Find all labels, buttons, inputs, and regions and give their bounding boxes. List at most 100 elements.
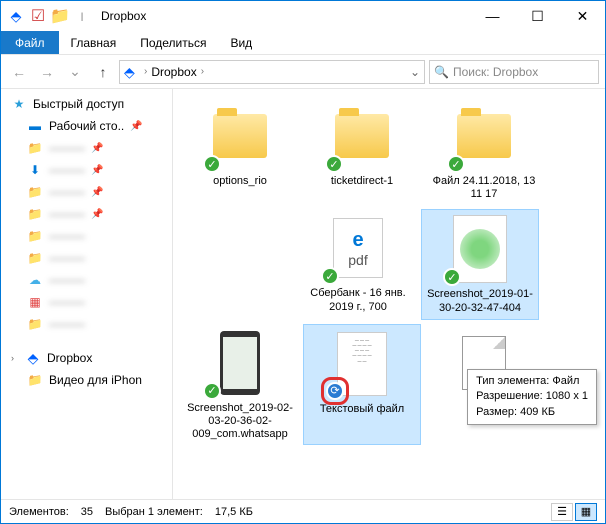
folder-icon bbox=[335, 114, 389, 158]
nav-dropdown-icon[interactable]: ⌄ bbox=[63, 60, 87, 84]
menu-home[interactable]: Главная bbox=[59, 31, 129, 54]
folder-icon: 📁 bbox=[27, 372, 43, 388]
explorer-window: ⬘ ☑ 📁 | Dropbox — ☐ ✕ Файл Главная Подел… bbox=[0, 0, 606, 524]
sidebar-label: ——— bbox=[49, 185, 85, 199]
sidebar-label: Быстрый доступ bbox=[33, 97, 124, 111]
file-tile[interactable]: ✓ ticketdirect-1 bbox=[303, 97, 421, 205]
titlebar-quick-icons: ⬘ ☑ 📁 | bbox=[1, 7, 91, 25]
tile-label: ticketdirect-1 bbox=[331, 175, 393, 188]
folder-small-icon: 📁 bbox=[51, 7, 69, 25]
tile-thumb: ✓ bbox=[205, 328, 275, 398]
search-input[interactable]: 🔍 Поиск: Dropbox bbox=[429, 60, 599, 84]
folder-icon: 📁 bbox=[27, 228, 43, 244]
view-tiles-button[interactable]: ▦ bbox=[575, 503, 597, 521]
titlebar: ⬘ ☑ 📁 | Dropbox — ☐ ✕ bbox=[1, 1, 605, 31]
sidebar-item[interactable]: ⬇———📌 bbox=[1, 159, 172, 181]
sidebar-item[interactable]: ☁ ——— bbox=[1, 269, 172, 291]
chevron-right-icon[interactable]: › bbox=[11, 353, 19, 363]
highlight-ring: ⟳ bbox=[321, 377, 349, 405]
file-tile[interactable]: epdf ✓ Сбербанк - 16 янв. 2019 г., 700 bbox=[299, 209, 417, 319]
nav-up-icon[interactable]: ↑ bbox=[91, 60, 115, 84]
folder-icon: 📁 bbox=[27, 184, 43, 200]
sidebar-dropbox[interactable]: › ⬘ Dropbox bbox=[1, 347, 172, 369]
tile-label: options_rio bbox=[213, 175, 267, 188]
sidebar-desktop[interactable]: ▬ Рабочий сто.. 📌 bbox=[1, 115, 172, 137]
tile-thumb: — — —— — — —— — —— — — —— — ⟳ bbox=[327, 329, 397, 399]
sidebar-label: ——— bbox=[49, 295, 85, 309]
checkbox-icon[interactable]: ☑ bbox=[29, 7, 47, 25]
sidebar-label: ——— bbox=[49, 251, 85, 265]
sidebar-item[interactable]: 📁———📌 bbox=[1, 181, 172, 203]
sidebar-video[interactable]: 📁 Видео для iPhon bbox=[1, 369, 172, 391]
titlebar-divider-icon: | bbox=[73, 7, 91, 25]
status-selected-label: Выбран 1 элемент: bbox=[105, 506, 203, 518]
sidebar-label: ——— bbox=[49, 207, 85, 221]
menu-view[interactable]: Вид bbox=[218, 31, 264, 54]
desktop-icon: ▬ bbox=[27, 118, 43, 134]
content-area[interactable]: ✓ options_rio ✓ ticketdirect-1 ✓ bbox=[173, 89, 605, 499]
tile-label: Сбербанк - 16 янв. 2019 г., 700 bbox=[301, 287, 415, 313]
app-icon: ▦ bbox=[27, 294, 43, 310]
pin-icon: 📌 bbox=[91, 143, 103, 154]
download-icon: ⬇ bbox=[27, 162, 43, 178]
image-thumb-icon bbox=[453, 215, 507, 283]
pdf-icon: epdf bbox=[333, 218, 383, 278]
body: ★ Быстрый доступ ▬ Рабочий сто.. 📌 📁———📌… bbox=[1, 89, 605, 499]
tooltip-line: Размер: 409 КБ bbox=[476, 405, 588, 420]
sidebar-item[interactable]: 📁——— bbox=[1, 313, 172, 335]
breadcrumb[interactable]: ⬘ › Dropbox › ⌄ bbox=[119, 60, 425, 84]
window-controls: — ☐ ✕ bbox=[470, 1, 605, 31]
statusbar: Элементов: 35 Выбран 1 элемент: 17,5 КБ … bbox=[1, 499, 605, 523]
sidebar-item[interactable]: 📁——— bbox=[1, 225, 172, 247]
dropbox-icon: ⬘ bbox=[7, 7, 25, 25]
menu-file[interactable]: Файл bbox=[1, 31, 59, 54]
dropbox-icon: ⬘ bbox=[25, 350, 41, 366]
sidebar-item[interactable]: 📁———📌 bbox=[1, 137, 172, 159]
menu-share[interactable]: Поделиться bbox=[128, 31, 218, 54]
nav-forward-icon[interactable]: → bbox=[35, 60, 59, 84]
tile-thumb: epdf ✓ bbox=[323, 213, 393, 283]
file-tile[interactable]: — — —— — — —— — —— — — —— — ⟳ Текстовый … bbox=[303, 324, 421, 446]
file-tile[interactable]: ✓ Screenshot_2019-01-30-20-32-47-404 bbox=[421, 209, 539, 319]
sync-progress-icon: ⟳ bbox=[326, 382, 344, 400]
tooltip-line: Разрешение: 1080 x 1 bbox=[476, 389, 588, 404]
pin-icon: 📌 bbox=[130, 121, 142, 132]
breadcrumb-dropbox-icon: ⬘ bbox=[124, 64, 140, 80]
sidebar-item[interactable]: 📁———📌 bbox=[1, 203, 172, 225]
cloud-icon: ☁ bbox=[27, 272, 43, 288]
sidebar-label: Видео для iPhon bbox=[49, 373, 142, 387]
file-tile[interactable]: ✓ options_rio bbox=[181, 97, 299, 205]
sidebar-label: ——— bbox=[49, 317, 85, 331]
status-count-label: Элементов: bbox=[9, 506, 69, 518]
sidebar-label: ——— bbox=[49, 273, 85, 287]
tile-thumb: ✓ bbox=[205, 101, 275, 171]
folder-icon bbox=[213, 114, 267, 158]
folder-icon: 📁 bbox=[27, 206, 43, 222]
breadcrumb-dropdown-icon[interactable]: ⌄ bbox=[410, 65, 420, 79]
tile-thumb: ✓ bbox=[449, 101, 519, 171]
view-toggles: ☰ ▦ bbox=[551, 503, 597, 521]
tooltip: Тип элемента: Файл Разрешение: 1080 x 1 … bbox=[467, 369, 597, 425]
search-placeholder: Поиск: Dropbox bbox=[453, 65, 538, 79]
sidebar-quick-access[interactable]: ★ Быстрый доступ bbox=[1, 93, 172, 115]
chevron-right-icon: › bbox=[201, 66, 204, 77]
breadcrumb-segment[interactable]: Dropbox bbox=[151, 65, 196, 79]
sidebar-item[interactable]: ▦ ——— bbox=[1, 291, 172, 313]
sidebar-label: ——— bbox=[49, 141, 85, 155]
window-title: Dropbox bbox=[101, 9, 146, 23]
navbar: ← → ⌄ ↑ ⬘ › Dropbox › ⌄ 🔍 Поиск: Dropbox bbox=[1, 55, 605, 89]
file-tile[interactable]: ✓ Файл 24.11.2018, 13 11 17 bbox=[425, 97, 543, 205]
tooltip-line: Тип элемента: Файл bbox=[476, 374, 588, 389]
file-tile[interactable]: ✓ Screenshot_2019-02-03-20-36-02-009_com… bbox=[181, 324, 299, 446]
nav-back-icon[interactable]: ← bbox=[7, 60, 31, 84]
minimize-button[interactable]: — bbox=[470, 1, 515, 31]
view-details-button[interactable]: ☰ bbox=[551, 503, 573, 521]
sidebar-item[interactable]: 📁——— bbox=[1, 247, 172, 269]
close-button[interactable]: ✕ bbox=[560, 1, 605, 31]
maximize-button[interactable]: ☐ bbox=[515, 1, 560, 31]
sidebar-label: Dropbox bbox=[47, 351, 92, 365]
pin-icon: 📌 bbox=[91, 165, 103, 176]
tile-thumb: ✓ bbox=[327, 101, 397, 171]
image-thumb-icon bbox=[220, 331, 260, 395]
tile-thumb: ✓ bbox=[445, 214, 515, 284]
